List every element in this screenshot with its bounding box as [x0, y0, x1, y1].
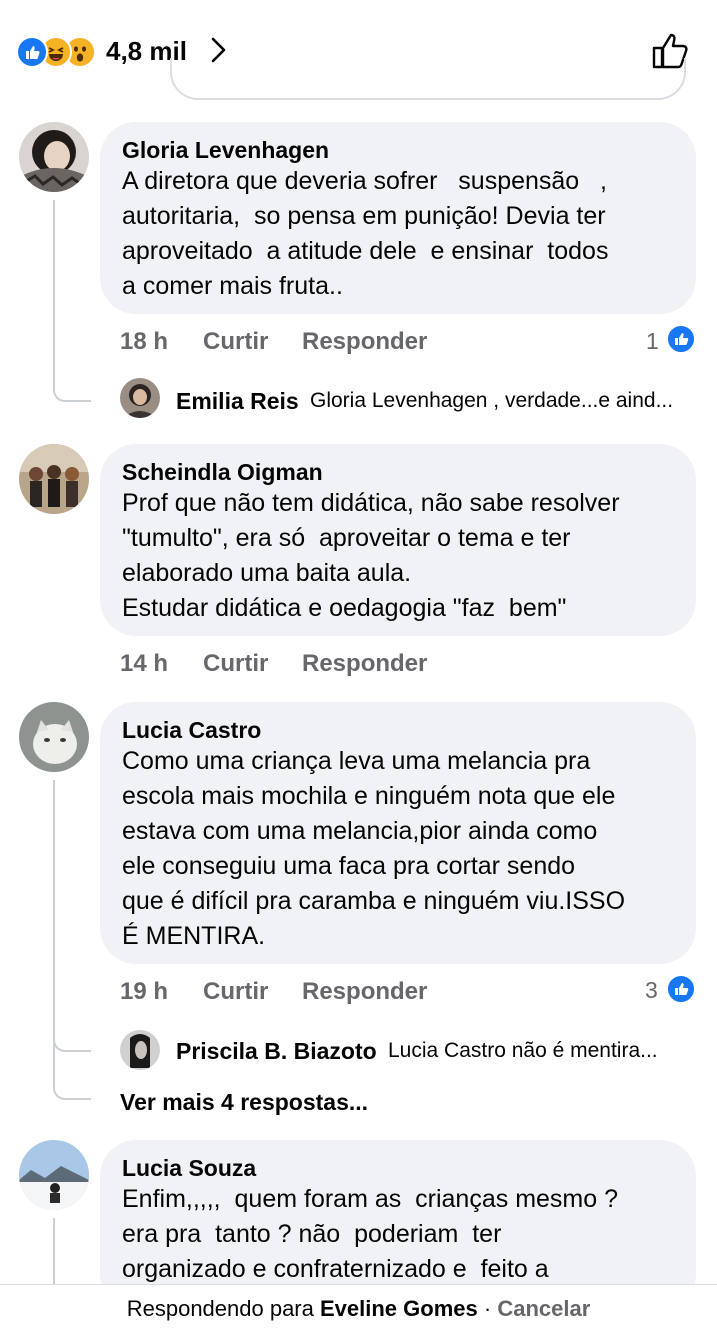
comment-bubble[interactable]: Lucia Castro Como uma criança leva uma m… [100, 702, 696, 964]
comment-bubble[interactable]: Scheindla Oigman Prof que não tem didáti… [100, 444, 696, 636]
comment-author[interactable]: Gloria Levenhagen [122, 136, 674, 164]
comment-time: 18 h [120, 328, 169, 355]
avatar[interactable] [19, 444, 89, 514]
cancel-reply-button[interactable]: Cancelar [497, 1296, 590, 1321]
like-comment-button[interactable]: Curtir [203, 328, 268, 356]
like-comment-button[interactable]: Curtir [203, 650, 268, 678]
avatar[interactable] [120, 1030, 160, 1070]
like-badge-icon [666, 324, 696, 354]
comment-text: Prof que não tem didática, não sabe reso… [122, 489, 620, 622]
avatar[interactable] [19, 702, 89, 772]
avatar[interactable] [19, 122, 89, 192]
reply-preview[interactable]: Gloria Levenhagen , verdade...e aind... [310, 389, 673, 413]
thread-connector [53, 370, 91, 402]
comment-text: Como uma criança leva uma melancia pra es… [122, 747, 626, 950]
comment-author[interactable]: Scheindla Oigman [122, 458, 674, 486]
like-reaction-icon [16, 36, 48, 68]
reply-button[interactable]: Responder [302, 328, 427, 356]
reply-button[interactable]: Responder [302, 978, 427, 1006]
comment-author[interactable]: Lucia Souza [122, 1154, 674, 1182]
reply-target-name: Eveline Gomes [320, 1296, 478, 1321]
comment-text: Enfim,,,,, quem foram as crianças mesmo … [122, 1185, 618, 1283]
reaction-summary[interactable] [16, 36, 106, 68]
comment-composer-edge [170, 58, 686, 100]
comment-time: 14 h [120, 650, 169, 677]
reactions-header: 4,8 mil [0, 0, 717, 100]
comment-author[interactable]: Lucia Castro [122, 716, 674, 744]
reply-button[interactable]: Responder [302, 650, 427, 678]
avatar[interactable] [19, 1140, 89, 1210]
separator-dot: · [483, 1296, 492, 1321]
comment-bubble[interactable]: Gloria Levenhagen A diretora que deveria… [100, 122, 696, 314]
like-badge-icon [666, 974, 696, 1004]
comment-text: A diretora que deveria sofrer suspensão … [122, 167, 609, 300]
like-comment-button[interactable]: Curtir [203, 978, 268, 1006]
reply-preview[interactable]: Lucia Castro não é mentira... [388, 1039, 658, 1063]
thread-line [53, 200, 55, 390]
thread-connector [53, 1070, 91, 1100]
avatar[interactable] [120, 378, 160, 418]
comment-like-count[interactable]: 1 [646, 328, 659, 355]
reply-author[interactable]: Priscila B. Biazoto [176, 1038, 377, 1065]
view-more-replies-link[interactable]: Ver mais 4 respostas... [120, 1089, 368, 1116]
comment-like-count[interactable]: 3 [645, 977, 658, 1004]
thread-connector [53, 1022, 91, 1052]
thread-line [53, 1218, 55, 1284]
replying-to-label: Respondendo para [126, 1296, 314, 1321]
reply-author[interactable]: Emilia Reis [176, 388, 299, 415]
comment-time: 19 h [120, 978, 169, 1005]
replying-to-bar: Respondendo para Eveline Gomes · Cancela… [0, 1284, 717, 1330]
